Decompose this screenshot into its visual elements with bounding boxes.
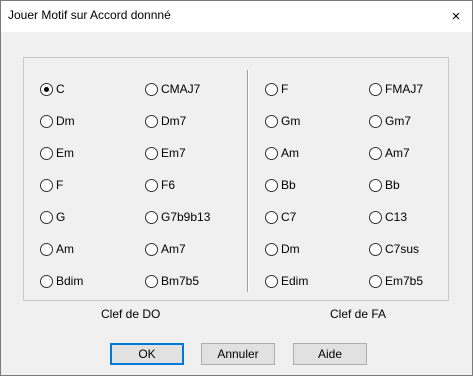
chord-radio-col1-0[interactable]: C xyxy=(40,81,65,97)
chord-label: Gm7 xyxy=(385,114,412,128)
chord-label: FMAJ7 xyxy=(385,82,424,96)
radio-button-icon[interactable] xyxy=(145,178,158,192)
chord-radio-col2-1[interactable]: Dm7 xyxy=(145,113,186,129)
chord-label: Bb xyxy=(385,178,400,192)
chord-radio-col2-2[interactable]: Em7 xyxy=(145,145,186,161)
clef-divider xyxy=(247,70,249,292)
chord-label: CMAJ7 xyxy=(161,82,201,96)
chord-label: Bdim xyxy=(56,274,84,288)
radio-button-icon[interactable] xyxy=(265,210,278,224)
chord-radio-col1-2[interactable]: Em xyxy=(40,145,74,161)
chord-label: G xyxy=(56,210,66,224)
chord-radio-col3-4[interactable]: C7 xyxy=(265,209,296,225)
chord-label: Edim xyxy=(281,274,309,288)
chord-label: G7b9b13 xyxy=(161,210,211,224)
chord-radio-col2-3[interactable]: F6 xyxy=(145,177,175,193)
chord-label: Dm xyxy=(56,114,75,128)
radio-button-icon[interactable] xyxy=(40,82,53,96)
chord-radio-col3-2[interactable]: Am xyxy=(265,145,299,161)
chord-radio-col4-0[interactable]: FMAJ7 xyxy=(369,81,423,97)
chord-radio-col4-4[interactable]: C13 xyxy=(369,209,407,225)
radio-button-icon[interactable] xyxy=(369,274,382,288)
chord-label: C7sus xyxy=(385,242,420,256)
chord-label: Am7 xyxy=(385,146,410,160)
chord-label: F xyxy=(281,82,289,96)
chord-label: C xyxy=(56,82,65,96)
radio-button-icon[interactable] xyxy=(145,114,158,128)
chord-radio-col4-5[interactable]: C7sus xyxy=(369,241,419,257)
radio-button-icon[interactable] xyxy=(369,242,382,256)
radio-button-icon[interactable] xyxy=(369,82,382,96)
chord-radio-col4-2[interactable]: Am7 xyxy=(369,145,410,161)
radio-button-icon[interactable] xyxy=(265,146,278,160)
chord-label: Bb xyxy=(281,178,296,192)
chord-label: Em7 xyxy=(161,146,186,160)
chord-radio-col2-6[interactable]: Bm7b5 xyxy=(145,273,199,289)
chord-radio-col2-0[interactable]: CMAJ7 xyxy=(145,81,200,97)
chord-label: C13 xyxy=(385,210,408,224)
chord-label: Gm xyxy=(281,114,301,128)
radio-button-icon[interactable] xyxy=(145,82,158,96)
help-button[interactable]: Aide xyxy=(293,343,367,365)
radio-button-icon[interactable] xyxy=(40,178,53,192)
chord-label: F6 xyxy=(161,178,176,192)
chord-radio-col3-0[interactable]: F xyxy=(265,81,288,97)
chord-label: Em7b5 xyxy=(385,274,424,288)
chord-radio-col4-3[interactable]: Bb xyxy=(369,177,400,193)
chord-radio-col3-3[interactable]: Bb xyxy=(265,177,296,193)
chord-label: C7 xyxy=(281,210,297,224)
radio-button-icon[interactable] xyxy=(265,242,278,256)
chord-radio-col4-6[interactable]: Em7b5 xyxy=(369,273,423,289)
cancel-button[interactable]: Annuler xyxy=(201,343,275,365)
chord-radio-col3-6[interactable]: Edim xyxy=(265,273,308,289)
chord-radio-col1-6[interactable]: Bdim xyxy=(40,273,83,289)
radio-button-icon[interactable] xyxy=(265,178,278,192)
radio-button-icon[interactable] xyxy=(145,210,158,224)
chord-radio-col1-5[interactable]: Am xyxy=(40,241,74,257)
chord-label: Em xyxy=(56,146,74,160)
chord-radio-col1-3[interactable]: F xyxy=(40,177,63,193)
chord-radio-col3-1[interactable]: Gm xyxy=(265,113,300,129)
clef-fa-label: Clef de FA xyxy=(330,307,387,321)
radio-button-icon[interactable] xyxy=(369,178,382,192)
clef-do-label: Clef de DO xyxy=(101,307,161,321)
radio-button-icon[interactable] xyxy=(265,274,278,288)
chord-radio-col3-5[interactable]: Dm xyxy=(265,241,300,257)
chord-radio-col4-1[interactable]: Gm7 xyxy=(369,113,411,129)
chord-radio-col1-4[interactable]: G xyxy=(40,209,65,225)
title-bar: Jouer Motif sur Accord donnné × xyxy=(1,1,472,32)
chord-label: F xyxy=(56,178,64,192)
chord-label: Dm xyxy=(281,242,300,256)
chord-label: Am xyxy=(281,146,299,160)
radio-button-icon[interactable] xyxy=(265,114,278,128)
radio-button-icon[interactable] xyxy=(40,146,53,160)
radio-button-icon[interactable] xyxy=(369,210,382,224)
radio-button-icon[interactable] xyxy=(265,82,278,96)
close-icon[interactable]: × xyxy=(440,1,472,32)
dialog-title: Jouer Motif sur Accord donnné xyxy=(8,8,171,22)
radio-button-icon[interactable] xyxy=(40,210,53,224)
chord-dialog: Jouer Motif sur Accord donnné × C Dm Em F G A… xyxy=(0,0,473,376)
radio-button-icon[interactable] xyxy=(145,242,158,256)
chord-radio-col2-5[interactable]: Am7 xyxy=(145,241,186,257)
chord-label: Dm7 xyxy=(161,114,187,128)
radio-button-icon[interactable] xyxy=(40,114,53,128)
radio-button-icon[interactable] xyxy=(145,274,158,288)
chord-label: Am7 xyxy=(161,242,186,256)
chord-label: Bm7b5 xyxy=(161,274,200,288)
radio-button-icon[interactable] xyxy=(145,146,158,160)
chord-radio-col1-1[interactable]: Dm xyxy=(40,113,75,129)
chord-label: Am xyxy=(56,242,74,256)
radio-button-icon[interactable] xyxy=(40,274,53,288)
ok-button[interactable]: OK xyxy=(110,343,184,365)
radio-button-icon[interactable] xyxy=(40,242,53,256)
radio-button-icon[interactable] xyxy=(369,146,382,160)
chord-radio-col2-4[interactable]: G7b9b13 xyxy=(145,209,210,225)
radio-button-icon[interactable] xyxy=(369,114,382,128)
